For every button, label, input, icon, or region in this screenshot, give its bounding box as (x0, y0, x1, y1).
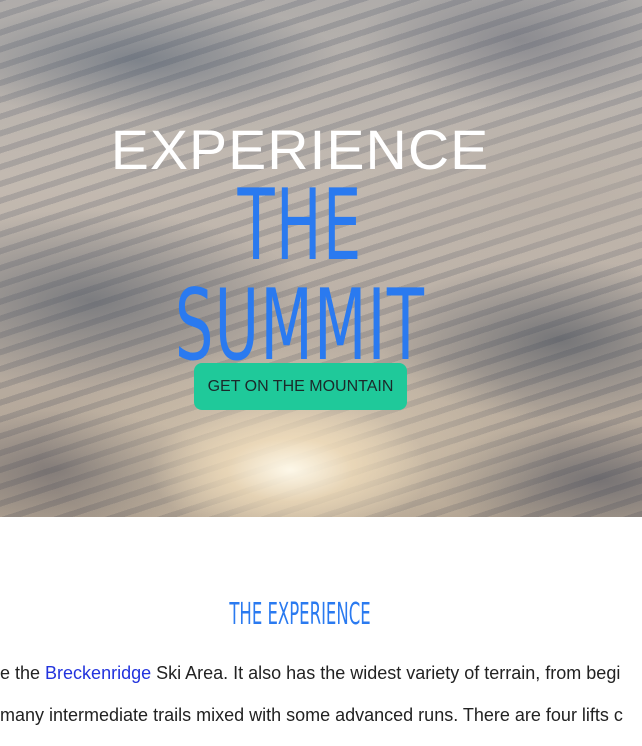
paragraph-text: Ski Area. It also has the widest variety… (151, 663, 621, 683)
hero-heading-line1: EXPERIENCE (110, 118, 490, 181)
hero-heading-line2: THE SUMMIT (174, 169, 426, 383)
experience-section: THE EXPERIENCE e the Breckenridge Ski Ar… (0, 517, 642, 746)
section-title: THE EXPERIENCE (229, 597, 371, 632)
paragraph-text: e the (0, 663, 46, 683)
experience-paragraph-1: e the Breckenridge Ski Area. It also has… (0, 662, 620, 684)
breckenridge-link[interactable]: Breckenridge (45, 663, 151, 683)
get-on-mountain-button[interactable]: GET ON THE MOUNTAIN (194, 363, 407, 410)
hero-banner: EXPERIENCE THE SUMMIT GET ON THE MOUNTAI… (0, 0, 642, 517)
experience-paragraph-2: many intermediate trails mixed with some… (0, 705, 623, 725)
hero-heading: EXPERIENCE THE SUMMIT (0, 118, 600, 376)
